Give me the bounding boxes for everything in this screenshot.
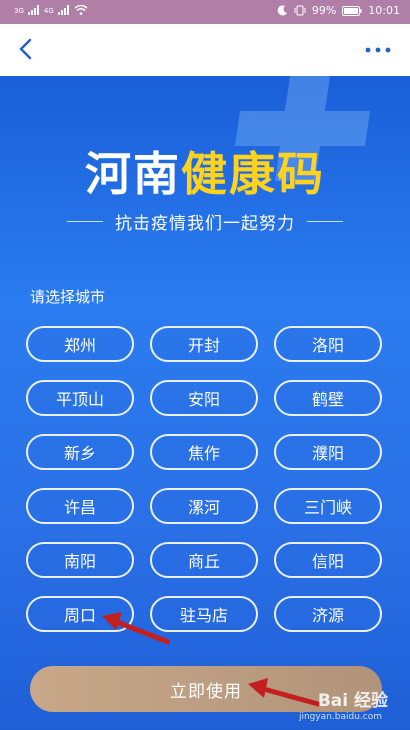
wifi-icon [74,5,88,15]
city-grid: 郑州 开封 洛阳 平顶山 安阳 鹤壁 新乡 焦作 濮阳 许昌 漯河 三门峡 南阳… [26,326,384,632]
subtitle-divider-right [307,221,343,222]
signal-label-2: 4G [43,7,54,15]
annotation-arrow-icon [102,612,170,645]
city-option[interactable]: 商丘 [150,542,258,578]
city-option[interactable]: 洛阳 [274,326,382,362]
back-arrow-icon[interactable] [14,36,40,62]
battery-percent: 99% [311,4,337,17]
city-option[interactable]: 漯河 [150,488,258,524]
page-title: 河南健康码 [0,138,410,204]
vibrate-icon [294,5,306,16]
city-option[interactable]: 焦作 [150,434,258,470]
status-right: 99% 10:01 [277,4,400,17]
city-option[interactable]: 平顶山 [26,380,134,416]
city-option[interactable]: 安阳 [150,380,258,416]
title-province: 河南 [85,147,181,201]
city-option[interactable]: 南阳 [26,542,134,578]
city-option[interactable]: 许昌 [26,488,134,524]
city-option[interactable]: 信阳 [274,542,382,578]
annotation-arrow-icon [248,678,320,707]
more-options-icon[interactable] [362,40,394,60]
title-health-code: 健康码 [181,147,325,201]
status-bar: 3G 4G 99% 10:01 [0,0,410,24]
navigation-bar [0,24,410,76]
subtitle-divider-left [67,221,103,222]
city-option[interactable]: 濮阳 [274,434,382,470]
city-option[interactable]: 开封 [150,326,258,362]
watermark-url: jingyan.baidu.com [298,712,382,722]
main-panel: 河南健康码 抗击疫情我们一起努力 请选择城市 郑州 开封 洛阳 平顶山 安阳 鹤… [0,76,410,730]
moon-icon [277,5,287,16]
clock: 10:01 [368,4,400,17]
subtitle-row: 抗击疫情我们一起努力 [0,209,410,234]
signal-icon [27,5,39,15]
signal-icon-2 [57,5,69,15]
city-select-prompt: 请选择城市 [30,288,106,306]
city-option[interactable]: 郑州 [26,326,134,362]
city-option[interactable]: 济源 [274,596,382,632]
battery-icon [342,5,362,16]
city-option[interactable]: 新乡 [26,434,134,470]
city-option[interactable]: 鹤壁 [274,380,382,416]
signal-label-1: 3G [14,7,24,15]
watermark-logo: Bai 经验 [317,691,388,711]
status-left: 3G 4G [14,5,88,15]
city-option[interactable]: 三门峡 [274,488,382,524]
subtitle: 抗击疫情我们一起努力 [115,214,295,234]
